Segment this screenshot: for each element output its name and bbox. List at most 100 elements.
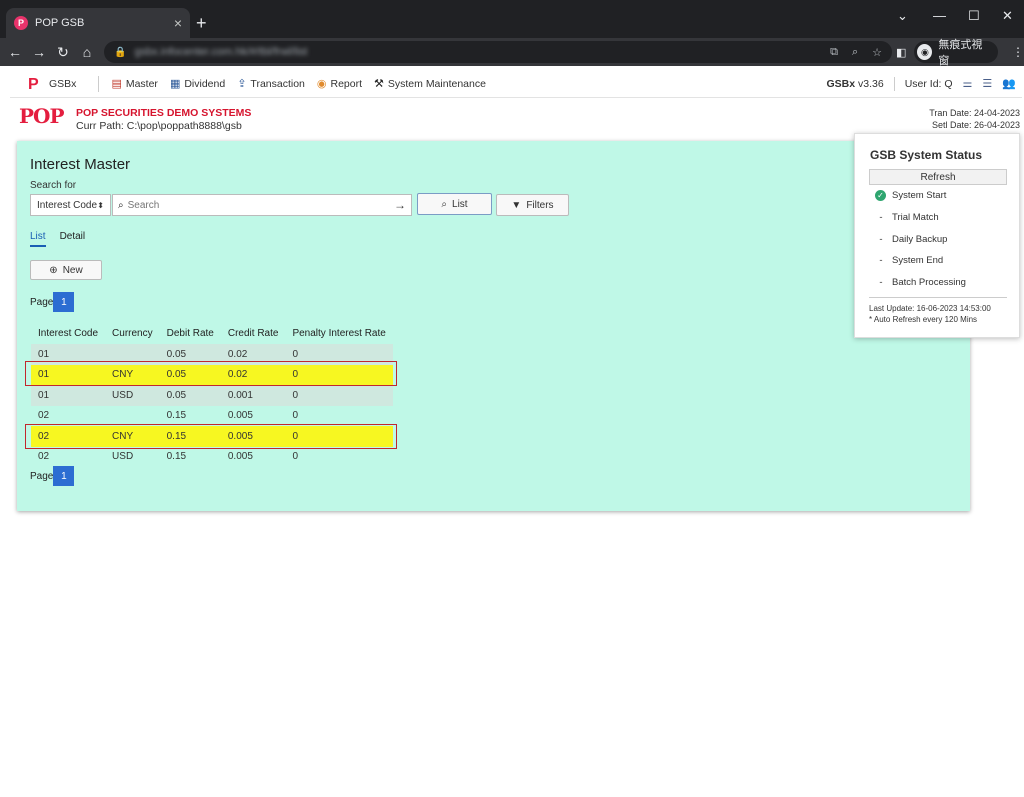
app-version: GSBx v3.36 [826,77,884,90]
cell-currency [105,406,160,427]
report-icon: ◉ [316,78,327,90]
setl-date: Setl Date: 26-04-2023 [931,120,1020,130]
list-icon[interactable]: ☰ [982,77,992,90]
tab-detail[interactable]: Detail [60,231,86,247]
tab-close-icon[interactable]: × [174,15,182,31]
incognito-profile-chip[interactable]: ◉ 無痕式視窗 [914,39,998,67]
toolbar-right: ◧ ◉ 無痕式視窗 ⋮ [896,39,1024,67]
company-logo-text: POP [19,104,65,128]
status-item-trial-match: - Trial Match [875,212,938,223]
status-item-system-start: ✓ System Start [875,190,946,201]
page-number-button[interactable]: 1 [53,466,75,486]
nav-item-label: Transaction [250,77,305,90]
nav-right: GSBx v3.36 User Id: Q ⚌ ☰ 👥 [826,76,1022,91]
table-row[interactable]: 01 0.05 0.02 0 [31,344,393,365]
column-header[interactable]: Interest Code [31,323,105,344]
cell-credit-rate: 0.005 [220,426,286,447]
column-header[interactable]: Credit Rate [221,323,286,344]
filters-button-label: Filters [526,199,554,211]
table-row[interactable]: 01 CNY 0.05 0.02 0 [31,364,393,385]
search-go-arrow-icon[interactable]: → [394,198,406,212]
status-divider [869,297,1007,298]
forward-arrow-icon[interactable]: → [27,44,51,60]
bookmark-star-icon[interactable]: ☆ [872,46,882,59]
home-icon[interactable]: ⌂ [75,44,99,60]
plus-circle-icon: ⊕ [49,264,58,276]
cell-debit-rate: 0.15 [166,410,187,422]
table-row[interactable]: 02 USD 0.15 0.005 0 [31,447,393,468]
sidepanel-icon[interactable]: ◧ [896,46,906,59]
nav-item-system-maintenance[interactable]: ⚒ System Maintenance [374,77,486,91]
search-for-label: Search for [30,180,77,191]
view-tabs: List Detail [30,231,85,247]
minimize-icon[interactable]: — [933,8,946,23]
brand-name[interactable]: GSBx [49,78,76,90]
app-navbar: P GSBx ▤ Master ▦ Dividend ⇪ Transaction… [10,70,1022,98]
column-header[interactable]: Penalty Interest Rate [285,323,392,344]
cell-currency: USD [112,451,134,463]
pager-top: Page 1 [30,292,75,312]
incognito-icon: ◉ [917,44,933,60]
nav-item-label: Dividend [184,77,226,90]
cell-currency: CNY [105,426,160,447]
search-icon: ⌕ [118,199,124,211]
new-button[interactable]: ⊕ New [30,260,102,280]
nav-item-dividend[interactable]: ▦ Dividend [169,77,226,91]
table-row[interactable]: 01 USD 0.05 0.001 0 [31,385,393,406]
address-bar[interactable]: 🔒 gsbx.infocenter.com.hk/#/tbl/frwl/list… [104,41,892,63]
close-window-icon[interactable]: ✕ [1002,8,1013,24]
master-icon: ▤ [111,78,122,90]
interest-table: Interest Code Currency Debit Rate Credit… [31,323,393,467]
refresh-button[interactable]: Refresh [869,169,1007,185]
new-tab-button[interactable]: + [196,13,207,34]
browser-tab[interactable]: P POP GSB × [6,8,190,38]
reload-icon[interactable]: ↻ [51,44,75,61]
cell-penalty-rate: 0 [292,410,299,422]
users-icon[interactable]: 👥 [1002,77,1016,90]
column-header[interactable]: Debit Rate [160,323,221,344]
dash-icon: - [879,234,883,245]
cell-credit-rate: 0.02 [220,344,286,365]
nav-item-label: Report [330,77,363,90]
tab-list[interactable]: List [30,231,46,247]
user-id: User Id: Q [904,77,953,90]
search-icon: ⌕ [441,198,448,210]
zoom-icon[interactable]: ⌕ [852,46,858,59]
table-row[interactable]: 02 CNY 0.15 0.005 0 [31,426,393,447]
column-header[interactable]: Currency [105,323,160,344]
translate-icon[interactable]: ⧉ [830,46,838,59]
select-caret-icon: ⬍ [97,200,104,210]
page-number-button[interactable]: 1 [53,292,75,312]
brand-logo-icon[interactable]: P [28,76,42,93]
dividend-icon: ▦ [169,78,181,90]
cell-debit-rate: 0.05 [159,364,221,385]
menu-kebab-icon[interactable]: ⋮ [1012,45,1024,59]
maximize-icon[interactable]: ☐ [968,8,980,24]
nav-item-report[interactable]: ◉ Report [316,77,363,91]
settings-toggle-icon[interactable]: ⚌ [963,77,973,90]
cell-interest-code: 02 [31,426,106,447]
nav-item-master[interactable]: ▤ Master [111,77,158,91]
check-circle-icon: ✓ [875,190,886,201]
system-status-popup: GSB System Status Refresh ✓ System Start… [854,133,1020,338]
cell-penalty-rate: 0 [285,344,393,365]
status-item-label: Daily Backup [892,234,948,245]
search-field-select[interactable]: Interest Code ⬍ [30,194,111,216]
cell-penalty-rate: 0 [285,364,393,385]
table-row[interactable]: 02 0.15 0.005 0 [31,406,393,427]
nav-item-label: System Maintenance [387,77,486,90]
system-dates: Tran Date: 24-04-2023 Setl Date: 26-04-2… [929,107,1020,131]
back-arrow-icon[interactable]: ← [3,44,27,60]
nav-item-transaction[interactable]: ⇪ Transaction [237,77,305,91]
filters-button[interactable]: ▼ Filters [496,194,569,216]
new-button-label: New [62,264,83,276]
list-button[interactable]: ⌕ List [417,193,492,215]
nav-divider [98,75,100,92]
search-input[interactable] [127,199,394,211]
cell-credit-rate: 0.005 [227,410,253,422]
pop-favicon-icon: P [14,16,28,30]
page-label: Page [30,470,54,482]
cell-currency: CNY [105,364,160,385]
tab-search-chevron-icon[interactable]: ⌄ [897,8,908,24]
auto-refresh-note: * Auto Refresh every 120 Mins [869,315,978,324]
